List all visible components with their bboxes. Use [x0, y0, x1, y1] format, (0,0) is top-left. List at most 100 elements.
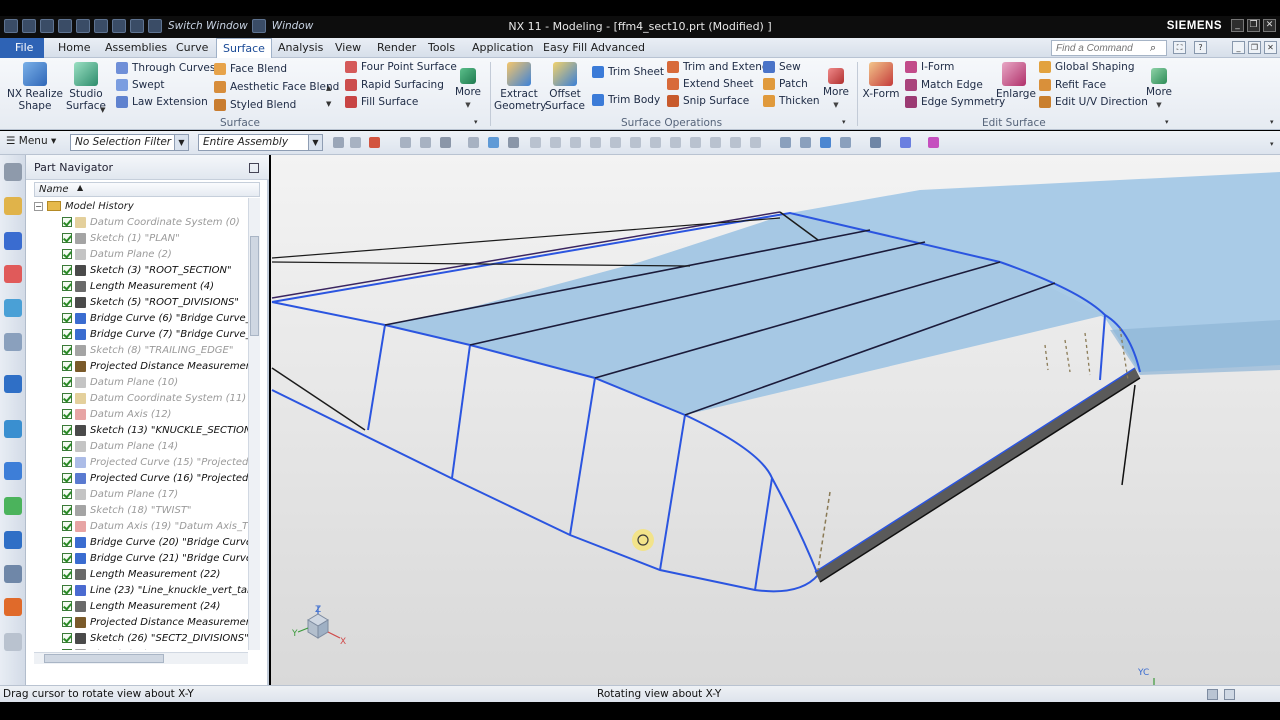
- tree-row[interactable]: Datum Plane (2): [34, 246, 248, 262]
- status-window-icon[interactable]: [1224, 689, 1235, 700]
- menu-analysis[interactable]: Analysis: [278, 41, 323, 54]
- tree-row[interactable]: Bridge Curve (20) "Bridge Curve_kr: [34, 534, 248, 550]
- point-on-curve-icon[interactable]: [670, 137, 681, 148]
- tree-row[interactable]: Sketch (1) "PLAN": [34, 230, 248, 246]
- settings-icon[interactable]: [4, 163, 22, 181]
- history-icon[interactable]: [4, 420, 22, 438]
- section-line[interactable]: [569, 377, 596, 536]
- patch-button[interactable]: Patch: [763, 78, 808, 90]
- model-history-node[interactable]: − Model History: [34, 198, 134, 214]
- existing-point-icon[interactable]: [650, 137, 661, 148]
- menu-application[interactable]: Application: [472, 41, 533, 54]
- edit-uv-direction-button[interactable]: Edit U/V Direction: [1039, 96, 1148, 108]
- lower-edge-curve[interactable]: [271, 389, 819, 593]
- menu-curve[interactable]: Curve: [176, 41, 208, 54]
- tree-row[interactable]: Sketch (27) "TIP_SECTION": [34, 646, 248, 650]
- curve-rule-icon[interactable]: [400, 137, 411, 148]
- select-feature-icon[interactable]: [369, 137, 380, 148]
- tree-row[interactable]: Datum Coordinate System (11): [34, 390, 248, 406]
- law-extension-button[interactable]: Law Extension: [116, 96, 208, 108]
- system-scenes-icon[interactable]: [4, 565, 22, 583]
- arc-center-icon[interactable]: [610, 137, 621, 148]
- i-form-button[interactable]: I-Form: [905, 61, 954, 73]
- four-point-surface-button[interactable]: Four Point Surface: [345, 61, 457, 73]
- intersection-point-icon[interactable]: [590, 137, 601, 148]
- edge-symmetry-button[interactable]: Edge Symmetry: [905, 96, 1005, 108]
- tree-row[interactable]: Datum Plane (10): [34, 374, 248, 390]
- pole-point-icon[interactable]: [750, 137, 761, 148]
- menu-file[interactable]: File: [0, 38, 44, 58]
- part-navigator-icon[interactable]: [4, 265, 22, 283]
- tree-row[interactable]: Length Measurement (4): [34, 278, 248, 294]
- assembly-scope-dropdown[interactable]: Entire Assembly ▼: [198, 134, 323, 151]
- general-selection-icon[interactable]: [333, 137, 344, 148]
- status-filter-icon[interactable]: [1207, 689, 1218, 700]
- menu-surface[interactable]: Surface: [216, 38, 272, 58]
- point-on-surface-icon[interactable]: [690, 137, 701, 148]
- toolbar-options-icon[interactable]: ▾: [1270, 140, 1274, 148]
- tree-row[interactable]: Datum Axis (19) "Datum Axis_TIP: [34, 518, 248, 534]
- tree-row[interactable]: Bridge Curve (7) "Bridge Curve_roc: [34, 326, 248, 342]
- enlarge-button[interactable]: Enlarge: [996, 62, 1036, 100]
- tree-row[interactable]: Bridge Curve (6) "Bridge Curve_roc: [34, 310, 248, 326]
- visibility-checkbox[interactable]: [62, 345, 72, 355]
- menu-tools[interactable]: Tools: [428, 41, 455, 54]
- edit-surface-more-button[interactable]: More ▼: [1143, 62, 1175, 111]
- visibility-checkbox[interactable]: [62, 633, 72, 643]
- minimize-icon[interactable]: _: [1231, 19, 1244, 32]
- surface-group-options-icon[interactable]: ▾: [474, 118, 478, 126]
- menu-easy-fill-advanced[interactable]: Easy Fill Advanced: [543, 41, 645, 54]
- visibility-checkbox[interactable]: [62, 377, 72, 387]
- visibility-checkbox[interactable]: [62, 585, 72, 595]
- visibility-checkbox[interactable]: [62, 617, 72, 627]
- select-all-icon[interactable]: [468, 137, 479, 148]
- tree-row[interactable]: Projected Curve (15) "Projected Cu: [34, 454, 248, 470]
- fit-view-icon[interactable]: [780, 137, 791, 148]
- visibility-checkbox[interactable]: [62, 457, 72, 467]
- surface-more-button[interactable]: More ▼: [452, 62, 484, 111]
- tree-vertical-scrollbar[interactable]: [248, 198, 260, 650]
- scrollbar-thumb[interactable]: [250, 236, 259, 336]
- control-point-icon[interactable]: [570, 137, 581, 148]
- reuse-library-icon[interactable]: [4, 299, 22, 317]
- offset-surface-button[interactable]: Offset Surface: [544, 62, 586, 112]
- visibility-checkbox[interactable]: [62, 361, 72, 371]
- rotate-icon[interactable]: [820, 137, 831, 148]
- nx-realize-shape-button[interactable]: NX Realize Shape: [6, 62, 64, 112]
- sew-button[interactable]: Sew: [763, 61, 801, 73]
- tree-row[interactable]: Length Measurement (24): [34, 598, 248, 614]
- section-line[interactable]: [367, 324, 386, 431]
- column-header-name[interactable]: Name ▲: [34, 182, 260, 197]
- visibility-checkbox[interactable]: [62, 553, 72, 563]
- menu-home[interactable]: Home: [58, 41, 90, 54]
- manufacturing-wizard-icon[interactable]: [4, 598, 22, 616]
- extract-geometry-button[interactable]: Extract Geometry: [494, 62, 546, 112]
- assembly-navigator-icon[interactable]: [4, 197, 22, 215]
- show-hide-icon[interactable]: [928, 137, 939, 148]
- visibility-checkbox[interactable]: [62, 233, 72, 243]
- rapid-surfacing-button[interactable]: Rapid Surfacing: [345, 79, 444, 91]
- hd3d-tools-icon[interactable]: [4, 333, 22, 351]
- visibility-checkbox[interactable]: [62, 265, 72, 275]
- visibility-checkbox[interactable]: [62, 249, 72, 259]
- section-line[interactable]: [754, 477, 773, 591]
- tree-row[interactable]: Projected Curve (16) "Projected Cu: [34, 470, 248, 486]
- refit-face-button[interactable]: Refit Face: [1039, 79, 1106, 91]
- snap-options-icon[interactable]: [350, 137, 361, 148]
- tree-row[interactable]: Datum Plane (14): [34, 438, 248, 454]
- process-studio-icon[interactable]: [4, 497, 22, 515]
- visibility-checkbox[interactable]: [62, 281, 72, 291]
- tree-row[interactable]: Sketch (18) "TWIST": [34, 502, 248, 518]
- match-edge-button[interactable]: Match Edge: [905, 79, 983, 91]
- visibility-checkbox[interactable]: [62, 217, 72, 227]
- wing-model-view[interactable]: Z Y X YC: [271, 155, 1280, 685]
- tangent-point-icon[interactable]: [730, 137, 741, 148]
- visibility-checkbox[interactable]: [62, 569, 72, 579]
- visibility-checkbox[interactable]: [62, 297, 72, 307]
- tree-row[interactable]: Datum Coordinate System (0): [34, 214, 248, 230]
- system-materials-icon[interactable]: [4, 462, 22, 480]
- tree-row[interactable]: Sketch (13) "KNUCKLE_SECTION": [34, 422, 248, 438]
- help-icon[interactable]: ?: [1194, 41, 1207, 54]
- selection-box-icon[interactable]: [440, 137, 451, 148]
- visibility-checkbox[interactable]: [62, 425, 72, 435]
